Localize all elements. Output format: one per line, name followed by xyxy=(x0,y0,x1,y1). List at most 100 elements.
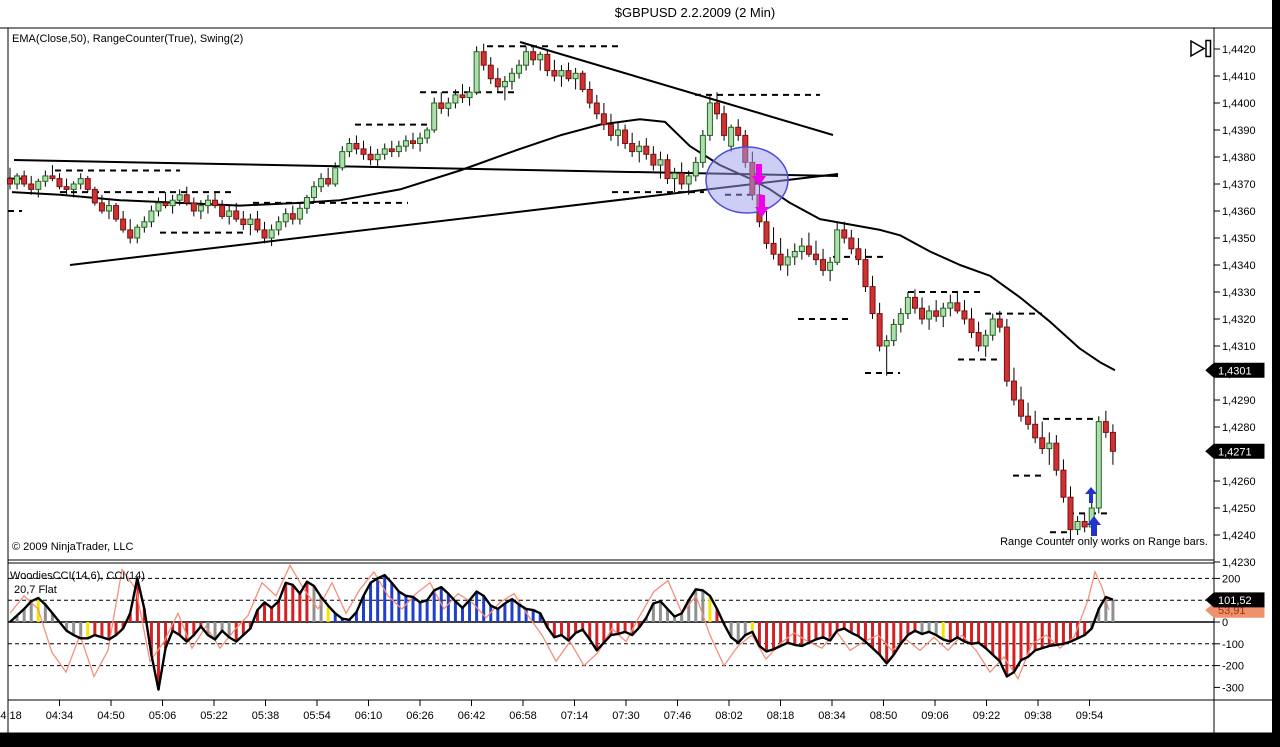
candle-body xyxy=(1060,469,1067,498)
candle-body xyxy=(975,332,982,347)
candle-body xyxy=(876,313,883,347)
candle-body xyxy=(643,145,650,155)
candle-body xyxy=(261,229,268,239)
candle-body xyxy=(607,124,614,136)
candle-body xyxy=(798,245,805,253)
candle-body xyxy=(537,53,544,61)
candle-body xyxy=(339,151,346,169)
candle-body xyxy=(735,126,742,136)
candle-body xyxy=(721,113,728,136)
candle-body xyxy=(303,197,310,209)
time-axis-label: 04:50 xyxy=(97,710,125,722)
candle-body xyxy=(593,102,600,115)
candle-body xyxy=(7,178,13,185)
candle-body xyxy=(424,129,431,139)
candle-body xyxy=(508,72,515,82)
cci-axis-label: -200 xyxy=(1222,661,1244,673)
candle-body xyxy=(254,218,261,231)
candle-body xyxy=(268,229,275,239)
candle-body xyxy=(70,183,77,190)
candle-body xyxy=(784,256,791,266)
cci-axis-label: 200 xyxy=(1222,573,1240,585)
price-axis-label: 1,4340 xyxy=(1222,260,1256,272)
candle-body xyxy=(473,51,480,93)
time-axis-label: 06:10 xyxy=(355,710,383,722)
price-axis-label: 1,4250 xyxy=(1222,503,1256,515)
candle-body xyxy=(890,323,897,342)
cci-indicator-label: WoodiesCCI(14,6), CCI(14) xyxy=(10,570,145,582)
highlight-ellipse xyxy=(705,146,789,214)
time-axis-label: 07:14 xyxy=(561,710,589,722)
price-axis-label: 1,4280 xyxy=(1222,422,1256,434)
candle-body xyxy=(551,70,558,77)
candle-body xyxy=(777,253,784,266)
candle-body xyxy=(148,210,155,223)
candle-body xyxy=(487,64,494,80)
candle-body xyxy=(820,259,827,271)
range-counter-annotation: Range Counter only works on Range bars. xyxy=(1000,536,1208,548)
price-axis-label: 1,4330 xyxy=(1222,287,1256,299)
candle-body xyxy=(176,194,183,201)
price-axis-label: 1,4230 xyxy=(1222,557,1256,569)
candle-body xyxy=(558,70,565,77)
candle-body xyxy=(714,102,720,115)
candle-body xyxy=(56,178,63,188)
candle-body xyxy=(190,202,197,212)
candle-body xyxy=(452,94,459,104)
candle-body xyxy=(1074,521,1081,531)
candle-body xyxy=(35,180,42,190)
candle-body xyxy=(869,286,876,315)
ema-line xyxy=(11,118,1116,372)
candle-body xyxy=(289,213,296,220)
price-axis-label: 1,4410 xyxy=(1222,71,1256,83)
time-axis-label: 08:34 xyxy=(818,710,846,722)
candle-body xyxy=(155,202,162,212)
candle-body xyxy=(954,302,961,312)
candle-body xyxy=(1025,415,1032,425)
candle-body xyxy=(996,318,1003,328)
time-axis-label: 08:18 xyxy=(767,710,795,722)
candle-body xyxy=(1067,496,1074,531)
candle-body xyxy=(586,89,593,104)
candle-body xyxy=(940,307,947,317)
candle-body xyxy=(919,307,926,320)
candle-body xyxy=(240,218,247,226)
candle-body xyxy=(862,259,869,288)
candle-body xyxy=(226,210,233,217)
candle-body xyxy=(332,167,339,185)
candle-body xyxy=(763,221,770,244)
candle-body xyxy=(360,148,367,155)
candle-body xyxy=(494,78,501,88)
candle-body xyxy=(699,134,706,163)
candle-body xyxy=(311,186,318,198)
candle-body xyxy=(438,102,445,109)
candle-body xyxy=(204,199,211,207)
candle-body xyxy=(904,296,911,315)
chart-canvas[interactable]: 1,4420 1,4410 1,4400 1,4390 1,4380 1,4370 1,43… xyxy=(0,0,1280,747)
candle-body xyxy=(1081,521,1088,528)
candle-body xyxy=(947,302,954,309)
candle-body xyxy=(841,229,848,239)
candle-body xyxy=(98,202,105,212)
candle-body xyxy=(968,318,975,333)
candle-body xyxy=(805,245,812,255)
candle-body xyxy=(1102,421,1109,433)
skip-to-end-icon[interactable] xyxy=(1190,39,1212,58)
candle-body xyxy=(516,64,523,74)
candle-body xyxy=(162,202,169,207)
candle-body xyxy=(855,248,862,261)
price-axis-label: 1,4240 xyxy=(1222,530,1256,542)
cci-value-marker-text: 101,52 xyxy=(1218,595,1252,607)
candle-body xyxy=(134,226,141,239)
time-axis-label: 09:06 xyxy=(921,710,949,722)
price-axis-label: 1,4260 xyxy=(1222,476,1256,488)
candle-body xyxy=(367,153,374,161)
candle-body xyxy=(466,91,473,99)
candle-body xyxy=(14,175,21,185)
candle-body xyxy=(1095,421,1102,509)
price-axis-label: 1,4380 xyxy=(1222,152,1256,164)
candle-body xyxy=(395,145,402,153)
cci-flat-label: 20,7 Flat xyxy=(14,584,57,596)
candle-body xyxy=(402,140,409,147)
time-axis-label: 05:06 xyxy=(149,710,177,722)
